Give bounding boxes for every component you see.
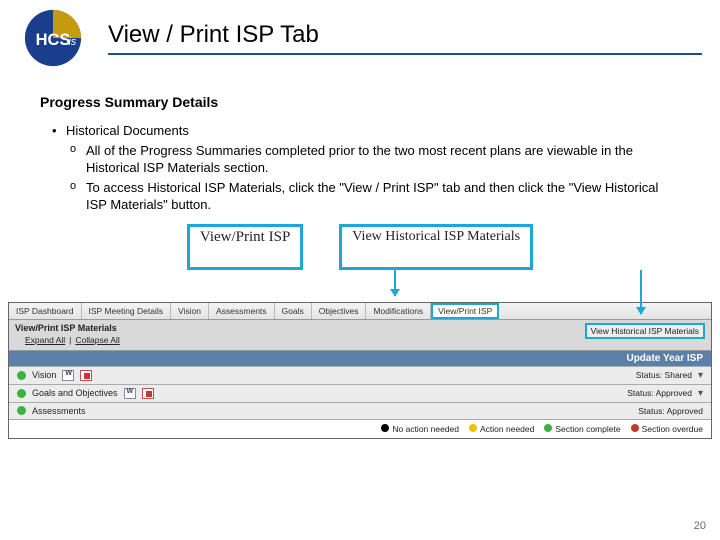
- tab-isp-meeting-details[interactable]: ISP Meeting Details: [82, 303, 172, 319]
- word-icon[interactable]: [124, 388, 136, 399]
- svg-text:HCS: HCS: [36, 31, 71, 49]
- panel-title: View/Print ISP Materials: [15, 323, 130, 333]
- expand-all-link[interactable]: Expand All: [25, 335, 65, 345]
- tab-assessments[interactable]: Assessments: [209, 303, 275, 319]
- section-name: Goals and Objectives: [32, 388, 118, 398]
- chevron-down-icon[interactable]: ▾: [698, 370, 703, 381]
- embedded-screenshot: ISP Dashboard ISP Meeting Details Vision…: [8, 302, 712, 439]
- view-historical-isp-button[interactable]: View Historical ISP Materials: [585, 323, 705, 339]
- page-title: View / Print ISP Tab: [108, 21, 702, 55]
- sub-bullet-icon: o: [70, 142, 86, 177]
- section-row: Assessments Status: Approved: [9, 402, 711, 419]
- callout-view-print: View/Print ISP: [187, 224, 303, 270]
- status-dot-icon: [17, 371, 26, 380]
- tab-objectives[interactable]: Objectives: [312, 303, 367, 319]
- tab-goals[interactable]: Goals: [275, 303, 312, 319]
- page-number: 20: [694, 520, 706, 532]
- chevron-down-icon[interactable]: ▾: [698, 388, 703, 399]
- status-dot-icon: [17, 406, 26, 415]
- legend: No action needed Action needed Section c…: [9, 419, 711, 438]
- legend-dot-icon: [381, 424, 389, 432]
- sub-bullet-text: All of the Progress Summaries completed …: [86, 142, 668, 177]
- section-name: Assessments: [32, 406, 86, 416]
- status-dot-icon: [17, 389, 26, 398]
- legend-dot-icon: [631, 424, 639, 432]
- callout-view-historical: View Historical ISP Materials: [339, 224, 533, 270]
- sub-bullet-icon: o: [70, 179, 86, 214]
- tab-modifications[interactable]: Modifications: [366, 303, 431, 319]
- bullet-text: Historical Documents: [66, 122, 189, 140]
- legend-dot-icon: [469, 424, 477, 432]
- legend-dot-icon: [544, 424, 552, 432]
- section-status: Status: Approved: [638, 406, 703, 416]
- logo: HCS is: [18, 8, 88, 68]
- svg-text:is: is: [69, 36, 77, 48]
- arrow-icon: [640, 270, 642, 314]
- collapse-all-link[interactable]: Collapse All: [75, 335, 119, 345]
- body-content: • Historical Documents o All of the Prog…: [52, 122, 668, 214]
- sub-bullet-text: To access Historical ISP Materials, clic…: [86, 179, 668, 214]
- section-row: Vision Status: Shared ▾: [9, 366, 711, 384]
- section-status: Status: Approved: [627, 388, 692, 398]
- tab-vision[interactable]: Vision: [171, 303, 209, 319]
- section-status: Status: Shared: [636, 370, 692, 380]
- bullet-icon: •: [52, 122, 66, 140]
- section-row: Goals and Objectives Status: Approved ▾: [9, 384, 711, 402]
- section-heading: Progress Summary Details: [40, 94, 720, 110]
- tab-view-print-isp[interactable]: View/Print ISP: [431, 303, 499, 319]
- tab-isp-dashboard[interactable]: ISP Dashboard: [9, 303, 82, 319]
- pdf-icon[interactable]: [80, 370, 92, 381]
- tab-strip: ISP Dashboard ISP Meeting Details Vision…: [9, 303, 711, 320]
- arrow-icon: [394, 270, 396, 296]
- word-icon[interactable]: [62, 370, 74, 381]
- section-name: Vision: [32, 370, 56, 380]
- year-bar: Update Year ISP: [9, 351, 711, 366]
- pdf-icon[interactable]: [142, 388, 154, 399]
